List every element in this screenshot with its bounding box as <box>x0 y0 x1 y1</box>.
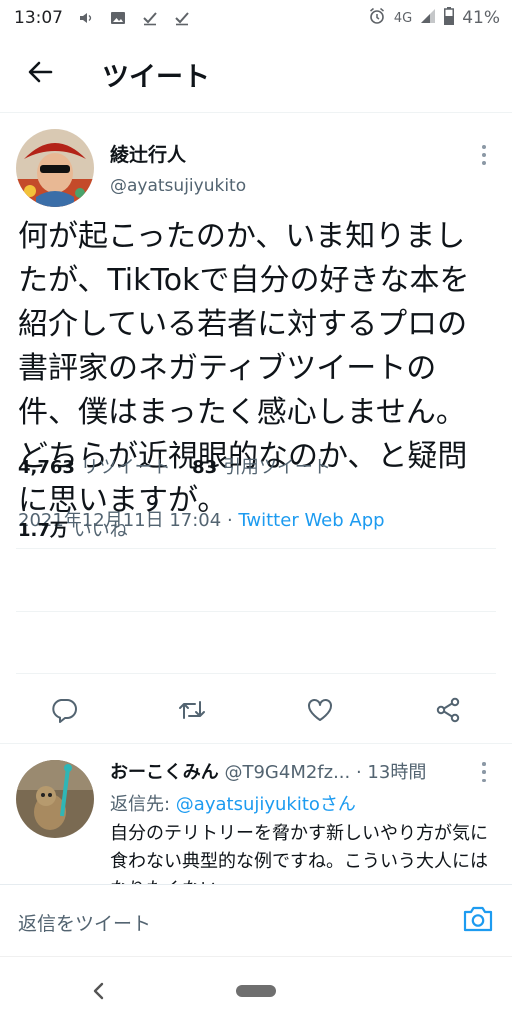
reply-tweet[interactable]: おーこくみん @T9G4M2fz... · 13時間 返信先: @ayatsuj… <box>0 744 512 884</box>
divider <box>16 611 496 612</box>
reply-composer: 返信をツイート <box>0 884 512 956</box>
like-stats[interactable]: 1.7万 いいね <box>18 516 128 542</box>
battery-icon <box>444 6 455 30</box>
tweet-source[interactable]: Twitter Web App <box>238 510 384 531</box>
retweets-count: 4,763 <box>18 457 75 478</box>
volume-icon <box>77 9 95 27</box>
arrow-left-icon <box>27 59 53 89</box>
app-bar: ツイート <box>0 36 512 113</box>
like-button[interactable] <box>298 690 342 734</box>
likes-label: いいね <box>73 520 128 541</box>
share-button[interactable] <box>426 690 470 734</box>
status-time: 13:07 <box>14 8 63 28</box>
share-icon <box>434 696 462 728</box>
camera-button[interactable] <box>460 903 496 939</box>
avatar[interactable] <box>16 760 94 838</box>
likes-count: 1.7万 <box>18 520 68 541</box>
replying-to-link[interactable]: @ayatsujiyukitoさん <box>176 794 356 815</box>
reply-input[interactable]: 返信をツイート <box>18 909 151 936</box>
divider <box>16 548 496 549</box>
retweet-icon <box>177 696 207 728</box>
camera-icon <box>462 904 494 938</box>
signal-icon <box>420 8 436 29</box>
reply-author-handle[interactable]: @T9G4M2fz... <box>224 762 350 783</box>
network-type: 4G <box>393 10 413 26</box>
meta-separator: · <box>221 510 239 531</box>
retweet-stats[interactable]: 4,763 リツイート 83 引用ツイート <box>18 453 331 479</box>
more-options-icon[interactable] <box>474 143 494 167</box>
reply-time[interactable]: · 13時間 <box>356 762 426 783</box>
check-icon <box>141 9 159 27</box>
image-icon <box>109 9 127 27</box>
avatar[interactable] <box>16 129 94 207</box>
status-right: 4G 41% <box>368 6 500 30</box>
author-handle[interactable]: @ayatsujiyukito <box>110 176 246 196</box>
quotes-count: 83 <box>192 457 218 478</box>
action-bar <box>0 682 512 744</box>
battery-percent: 41% <box>462 8 500 28</box>
reply-text: 自分のテリトリーを脅かす新しいやり方が気に食わない典型的な例ですね。こういう大人… <box>110 823 488 884</box>
reply-icon <box>50 696 78 728</box>
replying-to: 返信先: @ayatsujiyukitoさん <box>110 790 356 816</box>
like-icon <box>306 696 334 728</box>
status-bar: 13:07 4G 41% <box>0 0 512 36</box>
reply-button[interactable] <box>42 690 86 734</box>
reply-author-name[interactable]: おーこくみん <box>110 762 219 783</box>
nav-back-icon[interactable] <box>82 975 114 1007</box>
replying-prefix: 返信先: <box>110 794 176 815</box>
check-icon <box>173 9 191 27</box>
nav-home-pill[interactable] <box>236 985 276 997</box>
page-title: ツイート <box>102 61 210 93</box>
divider <box>16 673 496 674</box>
more-options-icon[interactable] <box>474 762 494 782</box>
navigation-bar <box>0 956 512 1024</box>
alarm-icon <box>368 7 386 30</box>
quotes-label: 引用ツイート <box>222 457 331 478</box>
retweets-label: リツイート <box>80 457 171 478</box>
author-name[interactable]: 綾辻行人 <box>110 140 186 167</box>
retweet-button[interactable] <box>170 690 214 734</box>
back-button[interactable] <box>0 36 80 113</box>
reply-header: おーこくみん @T9G4M2fz... · 13時間 <box>110 758 470 784</box>
